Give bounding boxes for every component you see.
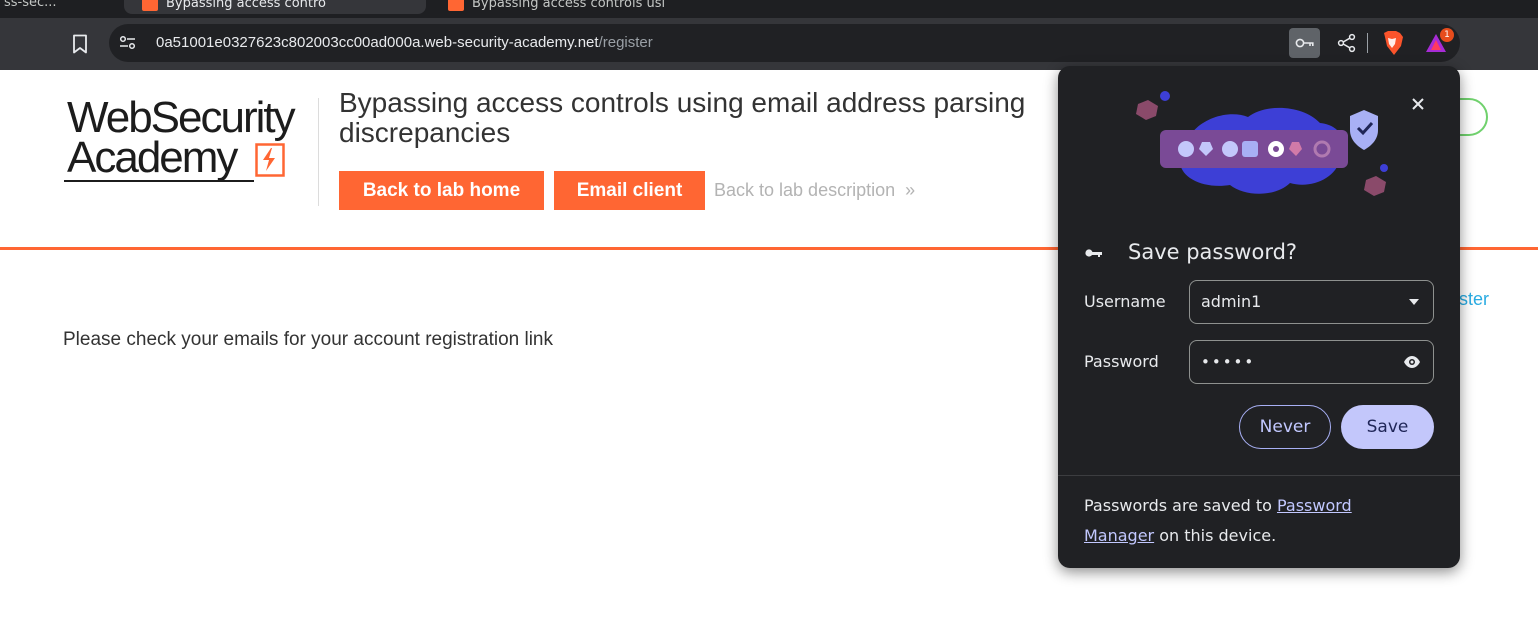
portswigger-favicon-icon	[448, 0, 464, 11]
header-divider	[318, 98, 319, 206]
username-select[interactable]: admin1	[1189, 280, 1434, 324]
registration-message: Please check your emails for your accoun…	[63, 329, 554, 350]
portswigger-favicon-icon	[142, 0, 158, 11]
tab-active[interactable]: Bypassing access contro	[124, 0, 426, 14]
footer-prefix: Passwords are saved to	[1084, 496, 1277, 515]
lab-title: Bypassing access controls using email ad…	[339, 87, 1026, 148]
logo-underline	[64, 180, 254, 182]
password-manager-note: Passwords are saved to Password Manager …	[1084, 491, 1424, 551]
username-value: admin1	[1201, 292, 1262, 311]
rewards-notification-badge: 1	[1440, 28, 1454, 42]
password-field[interactable]: •••••	[1189, 340, 1434, 384]
key-icon	[1085, 249, 1102, 257]
url-text[interactable]: 0a51001e0327623c802003cc00ad000a.web-sec…	[156, 24, 653, 62]
tab-inactive-title: Bypassing access controls usi	[472, 0, 666, 11]
password-illustration-icon	[1136, 91, 1388, 196]
share-icon[interactable]	[1336, 32, 1358, 54]
tab-strip: ss-sec... Bypassing access contro Bypass…	[0, 0, 1538, 18]
password-value: •••••	[1201, 353, 1256, 371]
address-bar[interactable]: 0a51001e0327623c802003cc00ad000a.web-sec…	[109, 24, 1460, 62]
browser-toolbar: 0a51001e0327623c802003cc00ad000a.web-sec…	[0, 18, 1538, 70]
double-chevron-icon: »	[905, 180, 916, 200]
back-to-lab-description-link[interactable]: Back to lab description »	[714, 171, 915, 210]
close-icon[interactable]	[1406, 92, 1430, 116]
register-link[interactable]: ster	[1459, 289, 1489, 310]
web-security-academy-logo[interactable]: WebSecurity Academy	[64, 94, 314, 186]
footer-suffix: on this device.	[1154, 526, 1277, 545]
site-info-icon[interactable]	[117, 33, 139, 53]
save-password-bubble: Save password? Username admin1 Password …	[1058, 66, 1460, 568]
tab-inactive[interactable]: Bypassing access controls usi	[430, 0, 810, 14]
never-button[interactable]: Never	[1239, 405, 1331, 449]
back-to-lab-description-label: Back to lab description	[714, 180, 896, 200]
url-path: /register	[598, 34, 653, 51]
eye-icon[interactable]	[1403, 354, 1421, 370]
save-password-title: Save password?	[1128, 240, 1298, 264]
password-label: Password	[1084, 352, 1159, 371]
tab-active-title: Bypassing access contro	[166, 0, 326, 11]
brave-shields-icon[interactable]	[1380, 30, 1404, 56]
back-to-lab-home-button[interactable]: Back to lab home	[339, 171, 544, 210]
dropdown-arrow-icon	[1409, 299, 1419, 305]
username-label: Username	[1084, 292, 1166, 311]
url-host: 0a51001e0327623c802003cc00ad000a.web-sec…	[156, 34, 599, 51]
email-client-button[interactable]: Email client	[554, 171, 705, 210]
bubble-divider	[1058, 475, 1460, 476]
logo-text-line2: Academy	[67, 133, 238, 182]
password-key-icon[interactable]	[1289, 28, 1320, 58]
bookmark-icon[interactable]	[66, 30, 94, 58]
logo-bolt-icon	[255, 143, 285, 177]
tab-previous-label[interactable]: ss-sec...	[0, 0, 57, 14]
toolbar-divider	[1367, 33, 1368, 53]
save-button[interactable]: Save	[1341, 405, 1434, 449]
